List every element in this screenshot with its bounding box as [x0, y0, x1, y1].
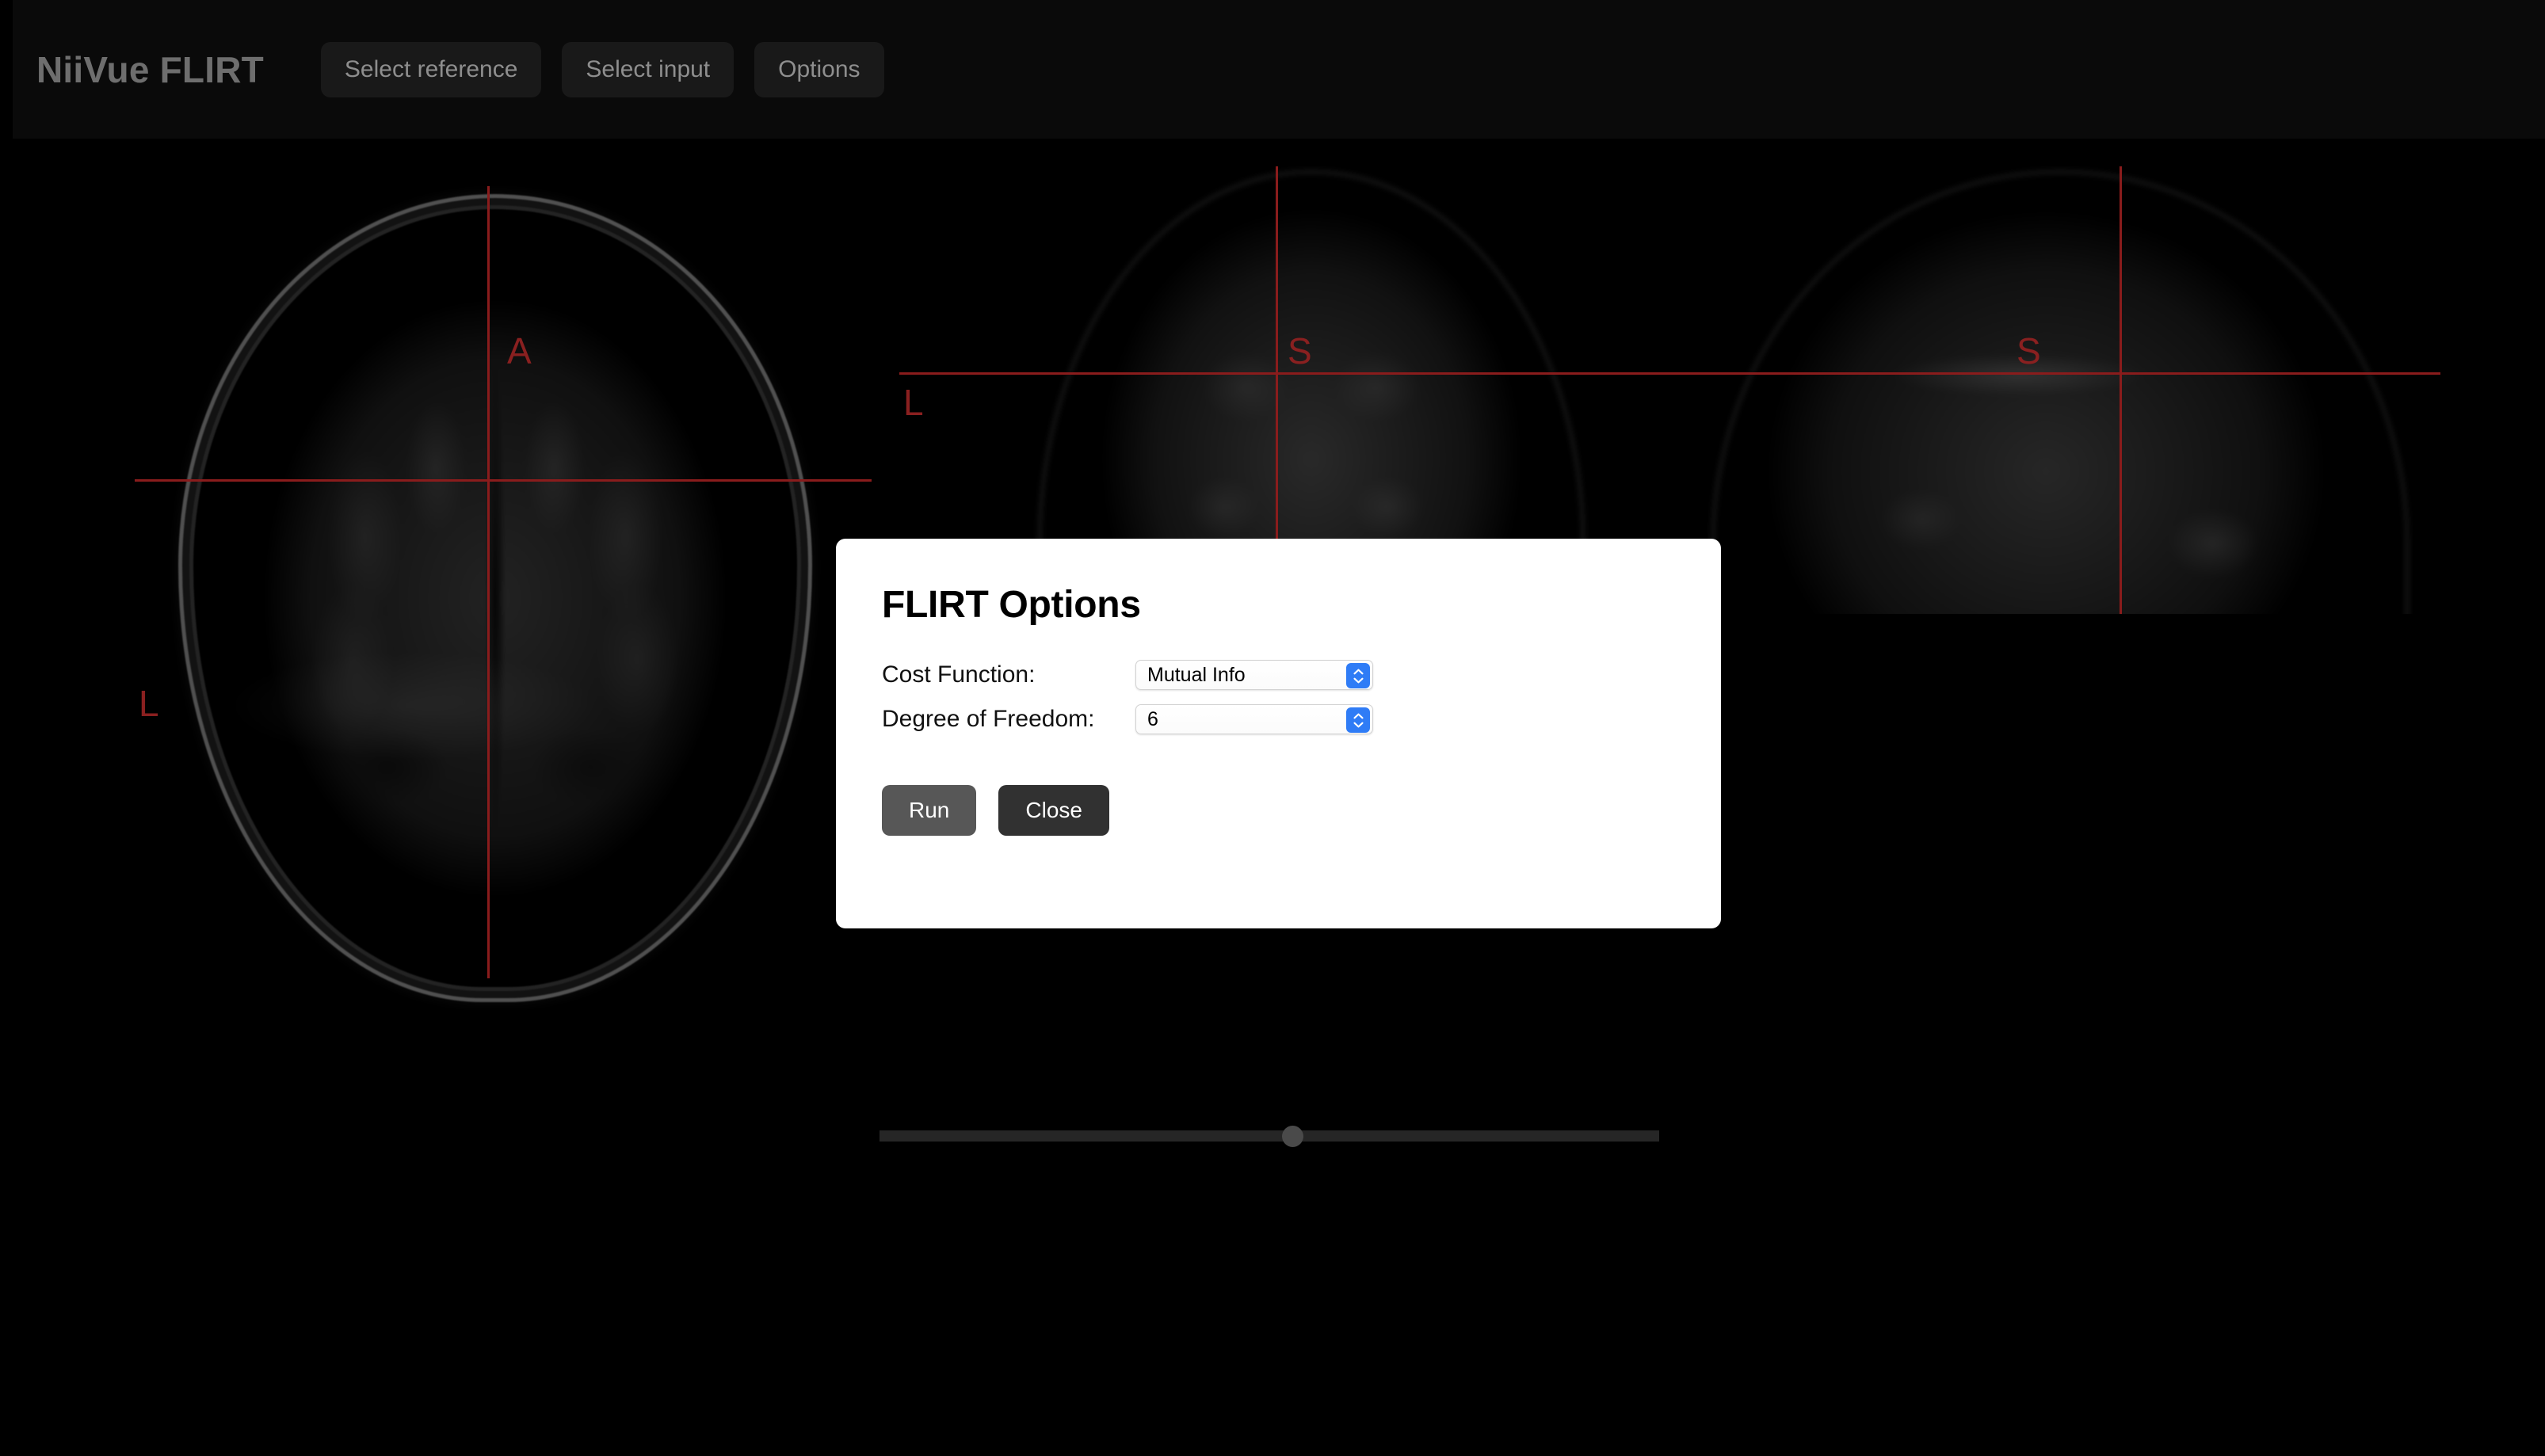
cost-function-value: Mutual Info — [1136, 664, 1246, 687]
sagittal-orientation-label-superior: S — [2017, 333, 2041, 369]
slice-slider-thumb[interactable] — [1282, 1126, 1303, 1147]
close-button[interactable]: Close — [998, 785, 1109, 836]
degree-of-freedom-select[interactable]: 6 — [1135, 704, 1373, 734]
degree-of-freedom-label: Degree of Freedom: — [882, 706, 1135, 733]
app-root: NiiVue FLIRT Select reference Select inp… — [0, 0, 2545, 1456]
chevron-up-icon — [1353, 713, 1364, 719]
axial-slice-panel[interactable]: A L — [0, 139, 872, 1010]
dialog-title: FLIRT Options — [882, 583, 1675, 627]
slice-slider[interactable] — [879, 1125, 1659, 1147]
slice-slider-track[interactable] — [879, 1130, 1659, 1142]
options-button[interactable]: Options — [754, 42, 883, 97]
sagittal-crosshair-vertical — [2120, 166, 2122, 614]
coronal-orientation-label-superior: S — [1288, 333, 1312, 369]
degree-of-freedom-value: 6 — [1136, 708, 1158, 731]
coronal-crosshair-horizontal — [899, 372, 1680, 375]
cost-function-label: Cost Function: — [882, 661, 1135, 688]
degree-of-freedom-stepper-icon[interactable] — [1346, 707, 1370, 733]
sagittal-crosshair-horizontal — [1680, 372, 2440, 375]
chevron-down-icon — [1353, 677, 1364, 684]
chevron-up-icon — [1353, 669, 1364, 675]
select-reference-button[interactable]: Select reference — [321, 42, 541, 97]
sagittal-slice-panel[interactable]: S — [1680, 139, 2545, 614]
cost-function-row: Cost Function: Mutual Info — [882, 660, 1675, 690]
degree-of-freedom-row: Degree of Freedom: 6 — [882, 704, 1675, 734]
axial-crosshair-vertical — [487, 186, 490, 978]
app-header: NiiVue FLIRT Select reference Select inp… — [13, 0, 2545, 139]
axial-orientation-label-left: L — [139, 685, 159, 722]
cost-function-stepper-icon[interactable] — [1346, 663, 1370, 688]
axial-orientation-label-anterior: A — [507, 333, 532, 369]
select-input-button[interactable]: Select input — [562, 42, 734, 97]
dialog-actions: Run Close — [882, 785, 1675, 836]
run-button[interactable]: Run — [882, 785, 976, 836]
app-title: NiiVue FLIRT — [36, 48, 264, 91]
coronal-orientation-label-left: L — [903, 384, 924, 421]
axial-brain-image — [198, 214, 792, 982]
chevron-down-icon — [1353, 722, 1364, 728]
flirt-options-dialog[interactable]: FLIRT Options Cost Function: Mutual Info… — [836, 539, 1721, 928]
sagittal-brain-image — [1711, 170, 2409, 614]
axial-crosshair-horizontal — [135, 479, 872, 482]
cost-function-select[interactable]: Mutual Info — [1135, 660, 1373, 690]
